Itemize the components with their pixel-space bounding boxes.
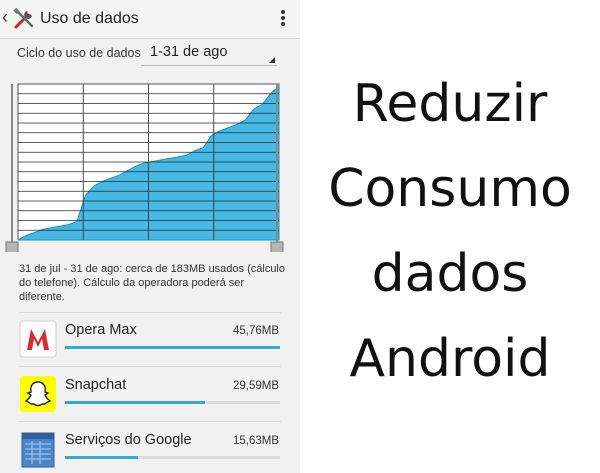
promo-line: Consumo [328, 159, 572, 219]
app-name: Opera Max [65, 322, 137, 338]
app-name: Serviços do Google [65, 432, 192, 448]
divider [19, 366, 281, 367]
usage-bar [65, 346, 280, 349]
google-services-icon [21, 432, 55, 468]
divider [19, 312, 281, 313]
app-size: 15,63MB [232, 435, 279, 447]
promo-line: Android [349, 329, 551, 389]
promo-headline: Reduzir Consumo dados Android [300, 62, 600, 402]
usage-bar [65, 401, 280, 404]
cycle-end-handle [270, 241, 284, 252]
opera-max-icon [19, 320, 57, 358]
cycle-value: 1-31 de ago [150, 44, 228, 60]
usage-bar-fill [65, 456, 139, 459]
cycle-start-handle [5, 241, 19, 252]
usage-bar-fill [65, 401, 205, 404]
app-row-snapchat[interactable]: Snapchat 29,59MB [0, 371, 300, 425]
usage-summary: 31 de jul - 31 de ago: cerca de 183MB us… [19, 263, 285, 303]
app-row-google-services[interactable]: Serviços do Google 15,63MB [0, 426, 300, 473]
action-bar: ‹ Uso de dados [0, 0, 300, 39]
promo-line: dados [371, 244, 529, 304]
page-title: Uso de dados [40, 10, 139, 27]
dropdown-arrow-icon [269, 57, 275, 63]
cycle-dropdown[interactable]: 1-31 de ago [141, 41, 277, 66]
usage-chart [5, 83, 284, 252]
divider [19, 421, 281, 422]
tools-icon[interactable] [12, 7, 36, 31]
cycle-label: Ciclo do uso de dados [17, 46, 141, 60]
app-size: 45,76MB [232, 325, 279, 337]
promo-line: Reduzir [352, 74, 548, 134]
chevron-left-icon[interactable]: ‹ [2, 7, 8, 28]
snapchat-ghost-icon [20, 376, 56, 412]
app-row-opera-max[interactable]: Opera Max 45,76MB [0, 316, 300, 370]
phone-screen: ‹ Uso de dados Ciclo do uso de dados 1-3… [0, 0, 300, 473]
usage-bar [65, 456, 280, 459]
app-name: Snapchat [65, 377, 127, 393]
overflow-menu-icon[interactable] [280, 10, 286, 28]
app-size: 29,59MB [232, 380, 279, 392]
usage-bar-fill [65, 346, 280, 349]
